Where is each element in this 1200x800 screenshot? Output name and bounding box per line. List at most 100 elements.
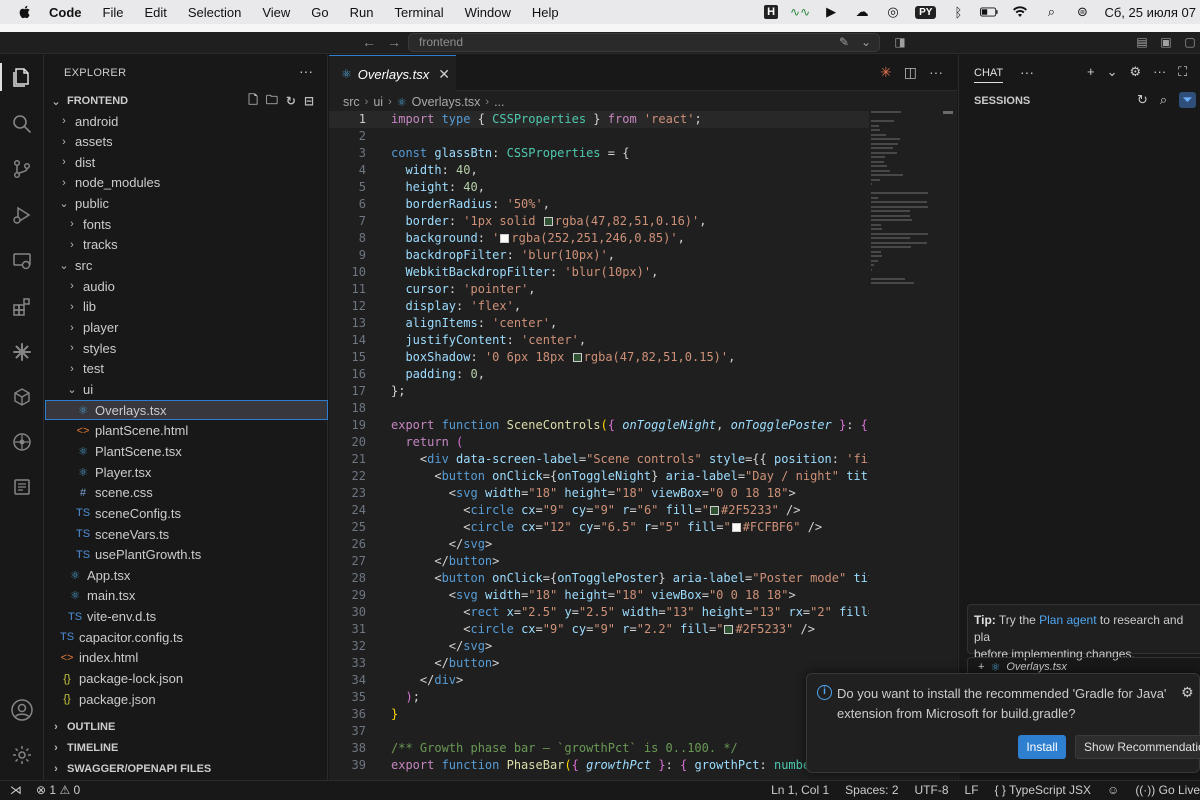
code-line[interactable]: 5 height: 40,: [329, 179, 869, 196]
forward-arrow-icon[interactable]: →: [387, 34, 401, 50]
code-line[interactable]: 7 border: '1px solid rgba(47,82,51,0.16)…: [329, 213, 869, 230]
claude-spark-icon[interactable]: [10, 340, 34, 364]
scrollbar-thumb[interactable]: [943, 111, 953, 114]
swagger-section[interactable]: › SWAGGER/OPENAPI FILES: [45, 759, 328, 779]
play-circle-icon[interactable]: ▶: [822, 4, 840, 19]
minimap[interactable]: [869, 111, 939, 351]
kubernetes-icon[interactable]: [10, 430, 34, 454]
plan-agent-link[interactable]: Plan agent: [1039, 613, 1096, 627]
tree-file[interactable]: ⚛ Player.tsx: [45, 462, 328, 482]
tree-folder[interactable]: ⌄ src: [45, 256, 328, 276]
code-line[interactable]: 27 </button>: [329, 553, 869, 570]
menu-app-name[interactable]: Code: [49, 5, 82, 20]
code-line[interactable]: 24 <circle cx="9" cy="9" r="6" fill=" #2F…: [329, 502, 869, 519]
more-actions-icon[interactable]: ···: [929, 64, 943, 81]
code-line[interactable]: 22 <button onClick={onToggleNight} aria-…: [329, 468, 869, 485]
menu-help[interactable]: Help: [532, 5, 559, 20]
maximize-icon[interactable]: ⛶: [1178, 64, 1187, 80]
code-line[interactable]: 31 <circle cx="9" cy="9" r="2.2" fill=" #…: [329, 621, 869, 638]
settings-gear-icon[interactable]: ⚙: [1130, 64, 1142, 80]
tree-file[interactable]: <> index.html: [45, 648, 328, 668]
code-line[interactable]: 9 backdropFilter: 'blur(10px)',: [329, 247, 869, 264]
code-line[interactable]: 39 export function PhaseBar({ growthPct }…: [329, 757, 869, 774]
code-line[interactable]: 15 boxShadow: '0 6px 18px rgba(47,82,51,…: [329, 349, 869, 366]
code-line[interactable]: 38 /** Growth phase bar — `growthPct` is …: [329, 740, 869, 757]
encoding[interactable]: UTF-8: [915, 783, 949, 797]
code-line[interactable]: 3 const glassBtn: CSSProperties = {: [329, 145, 869, 162]
tree-folder[interactable]: › styles: [45, 338, 328, 358]
run-debug-icon[interactable]: [10, 203, 34, 227]
code-line[interactable]: 25 <circle cx="12" cy="6.5" r="5" fill="…: [329, 519, 869, 536]
code-line[interactable]: 26 </svg>: [329, 536, 869, 553]
code-line[interactable]: 19 export function SceneControls({ onTogg…: [329, 417, 869, 434]
tree-folder[interactable]: › fonts: [45, 214, 328, 234]
tree-folder[interactable]: ⌄ public: [45, 194, 328, 214]
remote-explorer-icon[interactable]: [10, 249, 34, 273]
remote-indicator-icon[interactable]: ⋊: [10, 783, 22, 797]
tree-file[interactable]: ⚛ App.tsx: [45, 565, 328, 585]
claude-spark-icon[interactable]: ✳: [880, 64, 892, 81]
code-line[interactable]: 20 return (: [329, 434, 869, 451]
layout-sidebar-icon[interactable]: ▤: [1134, 35, 1150, 49]
code-line[interactable]: 36}: [329, 706, 869, 723]
split-editor-icon[interactable]: ◫: [904, 64, 917, 81]
breadcrumb-item[interactable]: Overlays.tsx: [412, 95, 481, 109]
tree-file[interactable]: TS sceneVars.ts: [45, 524, 328, 544]
code-line[interactable]: 13 alignItems: 'center',: [329, 315, 869, 332]
spotlight-search-icon[interactable]: ⌕: [1042, 4, 1060, 19]
add-context-icon[interactable]: +: [978, 661, 984, 673]
code-line[interactable]: 33 </button>: [329, 655, 869, 672]
search-icon[interactable]: ⌕: [1160, 92, 1167, 108]
refresh-icon[interactable]: ↻: [1137, 92, 1148, 108]
more-actions-icon[interactable]: ···: [1020, 64, 1034, 80]
code-editor[interactable]: 1 import type { CSSProperties } from 'rea…: [329, 111, 869, 780]
extensions-icon[interactable]: [10, 295, 34, 319]
code-line[interactable]: 28 <button onClick={onTogglePoster} aria…: [329, 570, 869, 587]
tree-file[interactable]: {} package-lock.json: [45, 669, 328, 689]
accounts-shield-icon[interactable]: ◨: [892, 35, 908, 49]
tree-file[interactable]: ⚛ main.tsx: [45, 586, 328, 606]
filter-icon[interactable]: ⏷: [1179, 92, 1196, 108]
tree-folder[interactable]: › test: [45, 359, 328, 379]
search-icon[interactable]: [10, 112, 34, 136]
cursor-position[interactable]: Ln 1, Col 1: [771, 783, 829, 797]
tree-folder[interactable]: › node_modules: [45, 173, 328, 193]
timeline-section[interactable]: › TIMELINE: [45, 738, 328, 758]
code-line[interactable]: 16 padding: 0,: [329, 366, 869, 383]
collapse-all-icon[interactable]: ⊟: [304, 94, 314, 108]
menu-view[interactable]: View: [262, 5, 290, 20]
code-line[interactable]: 23 <svg width="18" height="18" viewBox="…: [329, 485, 869, 502]
code-line[interactable]: 11 cursor: 'pointer',: [329, 281, 869, 298]
containers-icon[interactable]: [10, 385, 34, 409]
menu-go[interactable]: Go: [311, 5, 328, 20]
explorer-root-folder[interactable]: ⌄ FRONTEND 🗋 🗀 ↻ ⊟: [45, 91, 328, 111]
install-button[interactable]: Install: [1018, 735, 1066, 759]
tree-folder[interactable]: › assets: [45, 132, 328, 152]
menu-file[interactable]: File: [103, 5, 124, 20]
code-line[interactable]: 10 WebkitBackdropFilter: 'blur(10px)',: [329, 264, 869, 281]
explorer-icon[interactable]: [10, 65, 34, 89]
tree-file[interactable]: <> plantScene.html: [45, 421, 328, 441]
indentation[interactable]: Spaces: 2: [845, 783, 898, 797]
refresh-icon[interactable]: ↻: [286, 94, 296, 108]
chevron-down-icon[interactable]: ⌄: [858, 35, 874, 49]
breadcrumb-item[interactable]: ui: [373, 95, 383, 109]
menu-edit[interactable]: Edit: [144, 5, 166, 20]
settings-gear-icon[interactable]: [10, 743, 34, 767]
new-folder-icon[interactable]: 🗀: [266, 91, 278, 112]
menu-run[interactable]: Run: [350, 5, 374, 20]
input-language-badge[interactable]: PY: [915, 5, 937, 19]
account-icon[interactable]: [10, 698, 34, 722]
h-app-icon[interactable]: H: [764, 5, 779, 19]
language-mode[interactable]: { } TypeScript JSX: [995, 783, 1092, 797]
code-line[interactable]: 29 <svg width="18" height="18" viewBox="…: [329, 587, 869, 604]
color-swatch[interactable]: [500, 234, 510, 243]
end-of-line[interactable]: LF: [965, 783, 979, 797]
airdrop-icon[interactable]: ◎: [884, 4, 902, 19]
tree-file[interactable]: ⚛ Overlays.tsx: [45, 400, 328, 421]
code-line[interactable]: 12 display: 'flex',: [329, 298, 869, 315]
close-icon[interactable]: ✕: [438, 66, 450, 83]
more-actions-icon[interactable]: ···: [299, 63, 313, 79]
menu-terminal[interactable]: Terminal: [395, 5, 444, 20]
code-line[interactable]: 21 <div data-screen-label="Scene control…: [329, 451, 869, 468]
